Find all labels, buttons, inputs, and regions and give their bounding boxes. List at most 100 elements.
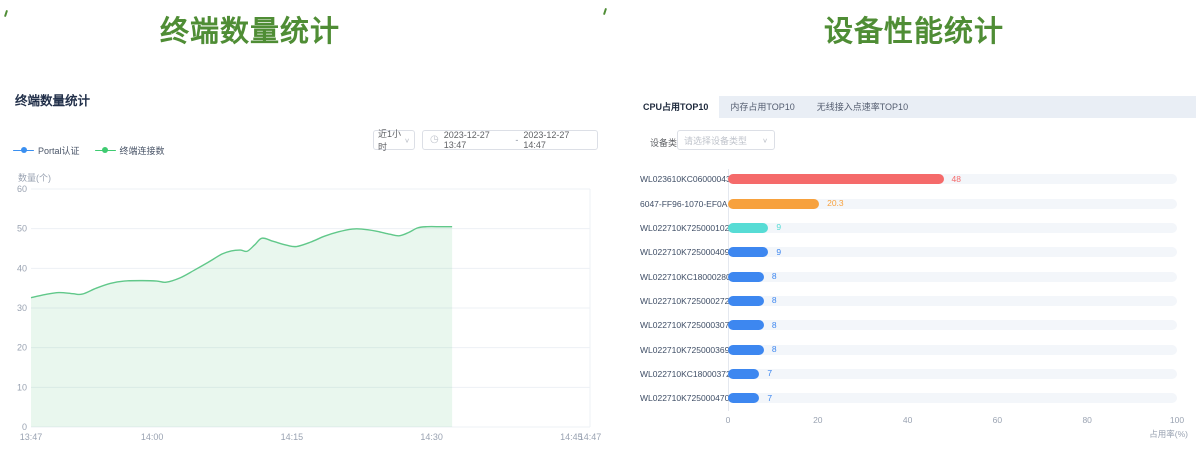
bar-row-7: WL022710K725000369 8 [640, 337, 1192, 361]
bar-track [728, 345, 1177, 355]
bar-value: 8 [772, 295, 777, 306]
bar-device-label: WL022710K725000409 [640, 247, 728, 257]
bar-device-label: WL023610KC06000043 [640, 174, 728, 184]
bar-chart-x-axis-label: 占用率(%) [1146, 428, 1188, 440]
dashboard-page: 终端数量统计 终端数量统计 近1小时 ∨ ◷ 2023-12-27 13:47 … [0, 0, 1200, 456]
bar-x-tick: 40 [903, 415, 912, 425]
bar-device-label: WL022710K725000272 [640, 296, 728, 306]
svg-text:50: 50 [17, 224, 27, 234]
bar-track [728, 296, 1177, 306]
bar-fill [728, 174, 944, 184]
tab-2[interactable]: 无线接入点速率TOP10 [806, 96, 919, 118]
bar-row-4: WL022710KC18000280 8 [640, 264, 1192, 288]
right-panel-heading: 设备性能统计 [632, 8, 1196, 50]
bar-x-tick: 100 [1170, 415, 1184, 425]
device-type-select[interactable]: 请选择设备类型 ∨ [677, 130, 775, 150]
bar-plot: 7 [728, 393, 1177, 403]
bar-plot: 9 [728, 247, 1177, 257]
bar-fill [728, 272, 764, 282]
time-range-value: 近1小时 [378, 127, 404, 153]
bar-plot: 7 [728, 369, 1177, 379]
svg-text:20: 20 [17, 343, 27, 353]
bar-device-label: WL022710KC18000372 [640, 369, 728, 379]
svg-text:数量(个): 数量(个) [18, 172, 51, 183]
svg-text:13:47: 13:47 [20, 432, 43, 442]
svg-text:10: 10 [17, 382, 27, 392]
bar-value: 20.3 [827, 198, 844, 209]
bar-track [728, 393, 1177, 403]
bar-fill [728, 223, 768, 233]
bar-fill [728, 296, 764, 306]
legend-item-1[interactable]: 终端连接数 [95, 144, 165, 157]
svg-text:14:45: 14:45 [560, 432, 583, 442]
device-type-placeholder: 请选择设备类型 [684, 134, 747, 147]
bar-value: 8 [772, 320, 777, 331]
date-range-picker[interactable]: ◷ 2023-12-27 13:47 - 2023-12-27 14:47 [422, 130, 598, 150]
bar-x-tick: 0 [726, 415, 731, 425]
time-range-select[interactable]: 近1小时 ∨ [373, 130, 415, 150]
bar-value: 9 [776, 222, 781, 233]
bar-device-label: WL022710K725000307 [640, 320, 728, 330]
svg-text:14:30: 14:30 [420, 432, 443, 442]
bar-value: 8 [772, 271, 777, 282]
bar-track [728, 320, 1177, 330]
bar-row-5: WL022710K725000272 8 [640, 289, 1192, 313]
bar-row-9: WL022710K725000470 7 [640, 386, 1192, 410]
bar-plot: 8 [728, 320, 1177, 330]
bar-track [728, 272, 1177, 282]
date-range-separator: - [515, 135, 518, 145]
svg-text:30: 30 [17, 303, 27, 313]
bar-device-label: WL022710K725000102 [640, 223, 728, 233]
legend-label: Portal认证 [38, 144, 80, 157]
chevron-down-icon: ∨ [404, 136, 410, 143]
svg-text:60: 60 [17, 184, 27, 194]
legend-marker-icon [95, 147, 116, 154]
line-chart-legend: Portal认证 终端连接数 [13, 144, 165, 157]
bar-chart-x-axis: 020406080100 [728, 415, 1178, 427]
left-card-title: 终端数量统计 [15, 90, 90, 109]
bar-plot: 8 [728, 272, 1177, 282]
bar-device-label: 6047-FF96-1070-EF0A [640, 199, 728, 209]
svg-text:14:15: 14:15 [281, 432, 304, 442]
date-range-start: 2023-12-27 13:47 [444, 130, 511, 150]
bar-plot: 20.3 [728, 199, 1177, 209]
bar-plot: 8 [728, 345, 1177, 355]
bar-value: 9 [776, 247, 781, 258]
bar-device-label: WL022710K725000470 [640, 393, 728, 403]
bar-track [728, 369, 1177, 379]
bar-value: 7 [767, 368, 772, 379]
bar-value: 8 [772, 344, 777, 355]
bar-fill [728, 199, 819, 209]
tab-0[interactable]: CPU占用TOP10 [632, 96, 719, 118]
legend-marker-icon [13, 147, 34, 154]
bar-x-tick: 20 [813, 415, 822, 425]
bar-row-2: WL022710K725000102 9 [640, 216, 1192, 240]
bar-x-tick: 80 [1082, 415, 1091, 425]
chevron-down-icon: ∨ [762, 136, 768, 143]
bar-device-label: WL022710K725000369 [640, 345, 728, 355]
svg-text:14:47: 14:47 [579, 432, 602, 442]
bar-row-8: WL022710KC18000372 7 [640, 362, 1192, 386]
bar-fill [728, 247, 768, 257]
decor-mark-right [603, 7, 610, 16]
bar-fill [728, 345, 764, 355]
svg-text:0: 0 [22, 422, 27, 432]
left-panel-heading: 终端数量统计 [0, 8, 500, 50]
bar-plot: 9 [728, 223, 1177, 233]
legend-item-0[interactable]: Portal认证 [13, 144, 80, 157]
bar-fill [728, 369, 759, 379]
svg-text:14:00: 14:00 [141, 432, 164, 442]
bar-value: 7 [767, 393, 772, 404]
bar-track [728, 223, 1177, 233]
cpu-top10-bar-chart: WL023610KC06000043 48 6047-FF96-1070-EF0… [640, 167, 1192, 410]
bar-row-1: 6047-FF96-1070-EF0A 20.3 [640, 191, 1192, 215]
bar-device-label: WL022710KC18000280 [640, 272, 728, 282]
tab-1[interactable]: 内存占用TOP10 [719, 96, 805, 118]
bar-fill [728, 393, 759, 403]
bar-row-6: WL022710K725000307 8 [640, 313, 1192, 337]
terminal-count-line-chart: 0 10 20 30 40 50 60数量(个) 13:47 14:00 14:15 14:30 14… [0, 0, 610, 456]
legend-label: 终端连接数 [120, 144, 165, 157]
svg-text:40: 40 [17, 263, 27, 273]
bar-plot: 8 [728, 296, 1177, 306]
bar-value: 48 [952, 174, 961, 185]
